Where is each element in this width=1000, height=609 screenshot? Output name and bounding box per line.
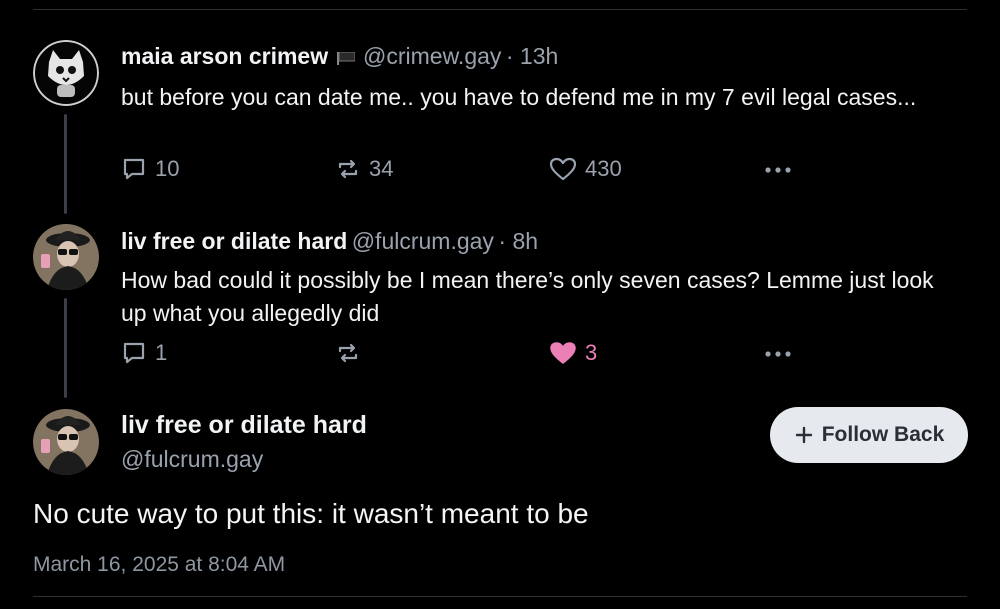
like-count: 3 xyxy=(585,340,598,365)
heart-icon-filled xyxy=(550,342,576,364)
reply-button[interactable]: 1 xyxy=(121,340,167,366)
repost-count: 34 xyxy=(369,156,394,181)
reply-count: 1 xyxy=(155,340,168,365)
avatar-fulcrum[interactable] xyxy=(33,224,99,290)
speech-bubble-icon xyxy=(123,158,145,180)
post-time: · 13h xyxy=(505,43,559,69)
reply-count: 10 xyxy=(155,156,180,181)
post-text: but before you can date me.. you have to… xyxy=(121,84,917,110)
frame-bottom-border xyxy=(33,596,967,597)
like-button[interactable]: 430 xyxy=(549,156,622,182)
author-name[interactable]: maia arson crimew xyxy=(121,43,328,69)
like-count: 430 xyxy=(585,156,622,181)
more-options-button[interactable] xyxy=(763,156,793,182)
frame-top-border xyxy=(33,9,967,10)
main-author-name[interactable]: liv free or dilate hard xyxy=(121,411,367,440)
post-actions: 1 3 xyxy=(0,340,1000,372)
heart-icon xyxy=(549,157,577,181)
repost-arrows-icon xyxy=(338,343,358,363)
follow-back-label: Follow Back xyxy=(821,423,945,446)
post-timestamp: March 16, 2025 at 8:04 AM xyxy=(33,553,286,576)
profile-photo-icon xyxy=(33,224,99,290)
author-handle[interactable]: @crimew.gay xyxy=(363,43,501,69)
post-header: liv free or dilate hard @fulcrum.gay · 8… xyxy=(121,228,538,255)
speech-bubble-icon xyxy=(123,342,145,364)
author-name[interactable]: liv free or dilate hard xyxy=(121,228,347,254)
post-time: · 8h xyxy=(498,228,539,254)
repost-button[interactable] xyxy=(335,340,361,366)
ellipsis-icon xyxy=(765,351,791,357)
ellipsis-icon xyxy=(765,167,791,173)
cat-avatar-icon xyxy=(33,40,99,106)
black-flag-icon xyxy=(336,52,355,65)
repost-button[interactable]: 34 xyxy=(335,156,393,182)
plus-icon xyxy=(795,426,812,444)
post-text: How bad could it possibly be I mean ther… xyxy=(121,267,934,326)
more-options-button[interactable] xyxy=(763,340,793,366)
profile-photo-icon xyxy=(33,409,99,475)
post-header: maia arson crimew @crimew.gay · 13h xyxy=(121,43,558,70)
avatar-fulcrum-main[interactable] xyxy=(33,409,99,475)
main-post-text: No cute way to put this: it wasn’t meant… xyxy=(33,498,589,529)
reply-button[interactable]: 10 xyxy=(121,156,179,182)
post-actions: 10 34 430 xyxy=(0,156,1000,188)
like-button[interactable]: 3 xyxy=(549,340,597,366)
avatar-crimew[interactable] xyxy=(33,40,99,106)
author-handle[interactable]: @fulcrum.gay xyxy=(352,228,494,254)
repost-arrows-icon xyxy=(338,159,358,179)
main-author-handle[interactable]: @fulcrum.gay xyxy=(121,446,263,473)
follow-back-button[interactable]: Follow Back xyxy=(770,407,968,463)
